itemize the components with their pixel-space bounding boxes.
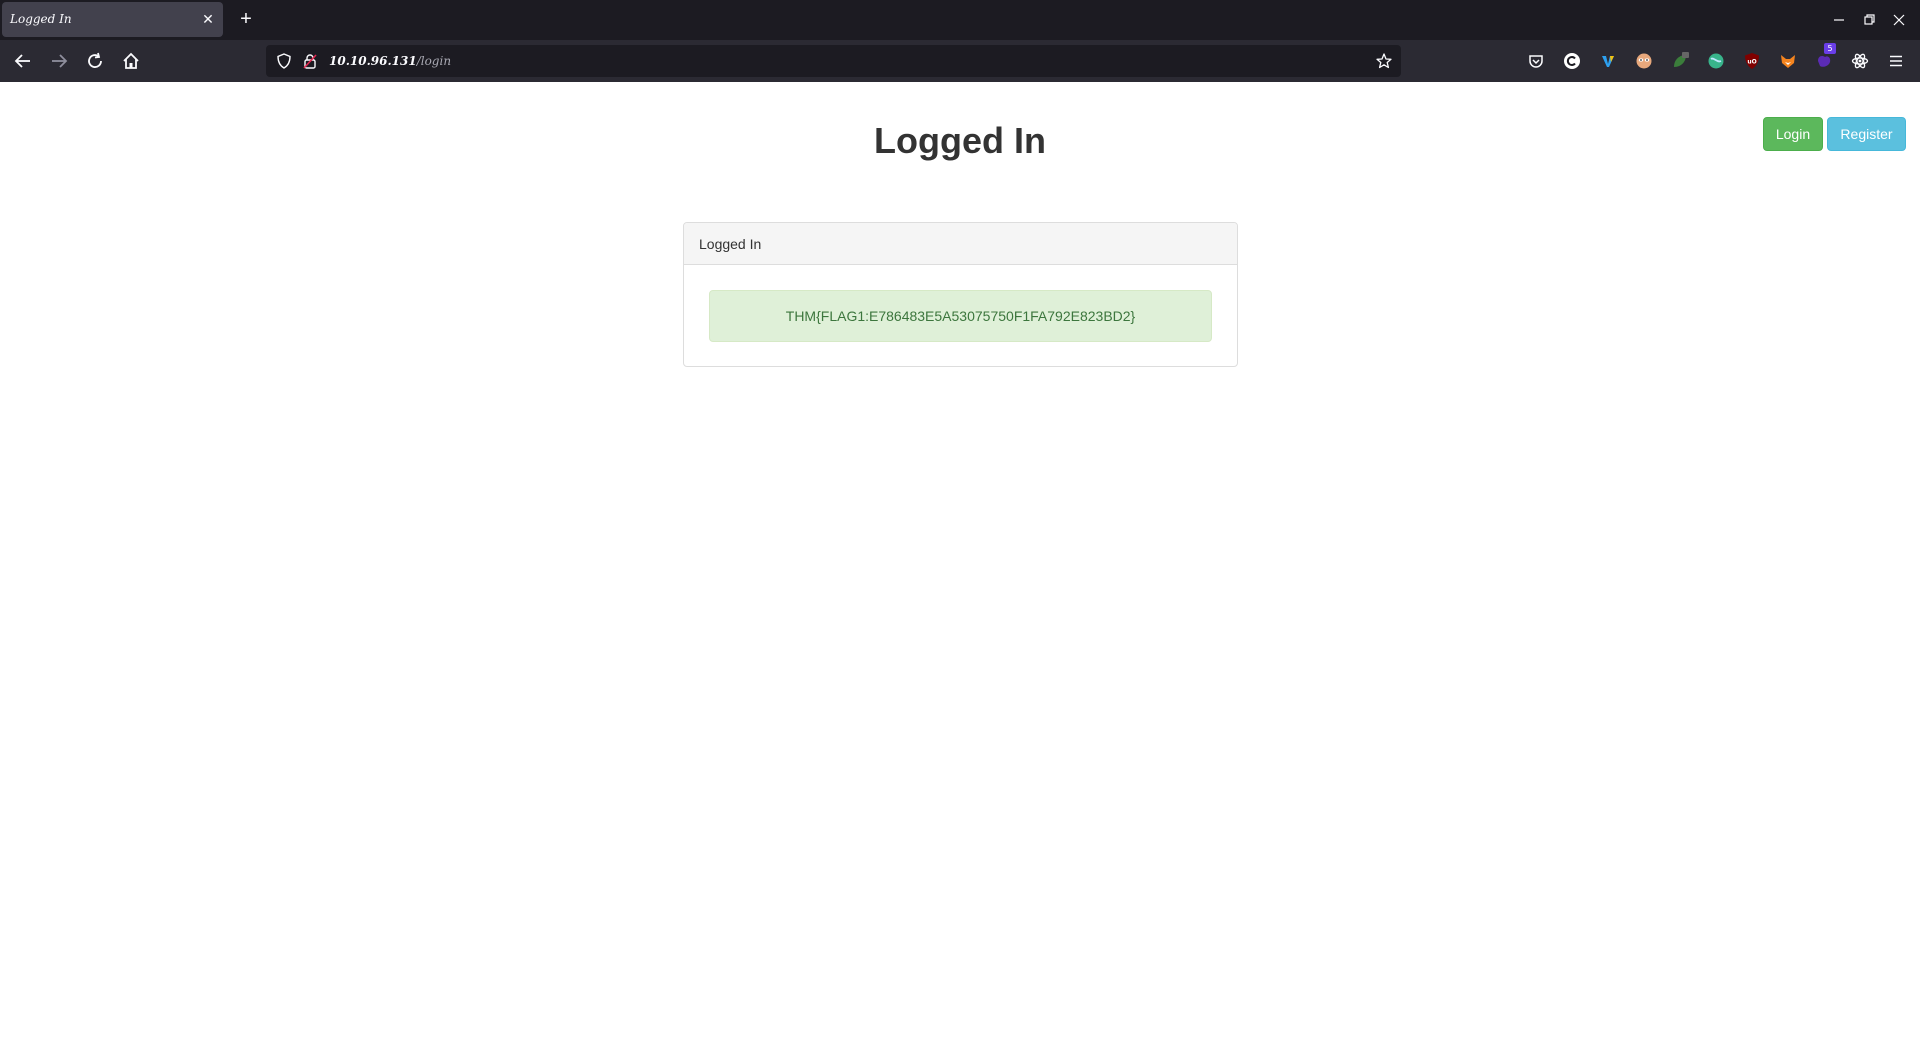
panel-heading: Logged In — [684, 223, 1237, 265]
url-text[interactable]: 10.10.96.131/login — [329, 54, 451, 68]
v-extension-icon[interactable] — [1599, 52, 1617, 70]
ublock-icon[interactable]: uO — [1743, 52, 1761, 70]
extension-badge: 5 — [1824, 43, 1836, 54]
home-icon[interactable] — [119, 49, 143, 73]
atom-extension-icon[interactable] — [1851, 52, 1869, 70]
leaf-extension-icon[interactable] — [1671, 52, 1689, 70]
mask-extension-icon[interactable] — [1635, 52, 1653, 70]
forward-arrow-icon[interactable] — [47, 49, 71, 73]
pocket-icon[interactable] — [1527, 52, 1545, 70]
globe-extension-icon[interactable] — [1707, 52, 1725, 70]
shield-icon[interactable] — [276, 53, 292, 69]
reload-icon[interactable] — [83, 49, 107, 73]
bookmark-star-icon[interactable] — [1376, 53, 1392, 69]
purple-extension-icon[interactable]: 5 — [1815, 43, 1836, 70]
back-arrow-icon[interactable] — [11, 49, 35, 73]
tab-strip: Logged In ✕ + — [0, 0, 1920, 40]
hamburger-menu-icon[interactable] — [1887, 52, 1905, 70]
url-path: /login — [416, 54, 452, 68]
address-bar[interactable]: 10.10.96.131/login — [266, 45, 1401, 77]
tab-close-icon[interactable]: ✕ — [198, 9, 218, 29]
flag-alert: THM{FLAG1:E786483E5A53075750F1FA792E823B… — [709, 290, 1212, 342]
logged-in-panel: Logged In THM{FLAG1:E786483E5A53075750F1… — [683, 222, 1238, 367]
minimize-icon[interactable] — [1827, 8, 1851, 32]
register-button[interactable]: Register — [1827, 117, 1906, 151]
login-button[interactable]: Login — [1763, 117, 1823, 151]
page-title: Logged In — [874, 120, 1046, 161]
url-host: 10.10.96.131 — [329, 54, 417, 68]
panel-heading-text: Logged In — [699, 236, 762, 252]
new-tab-button[interactable]: + — [234, 8, 258, 32]
tab-active[interactable]: Logged In ✕ — [2, 2, 223, 37]
svg-text:uO: uO — [1747, 59, 1756, 66]
page-viewport: Logged In Login Register Logged In THM{F… — [0, 82, 1920, 1048]
navigation-toolbar: 10.10.96.131/login uO 5 — [0, 40, 1920, 82]
lock-insecure-icon[interactable] — [302, 53, 318, 69]
restore-icon[interactable] — [1857, 8, 1881, 32]
close-window-icon[interactable] — [1887, 8, 1911, 32]
tab-title: Logged In — [10, 12, 72, 26]
c-extension-icon[interactable] — [1563, 52, 1581, 70]
fox-extension-icon[interactable] — [1779, 52, 1797, 70]
